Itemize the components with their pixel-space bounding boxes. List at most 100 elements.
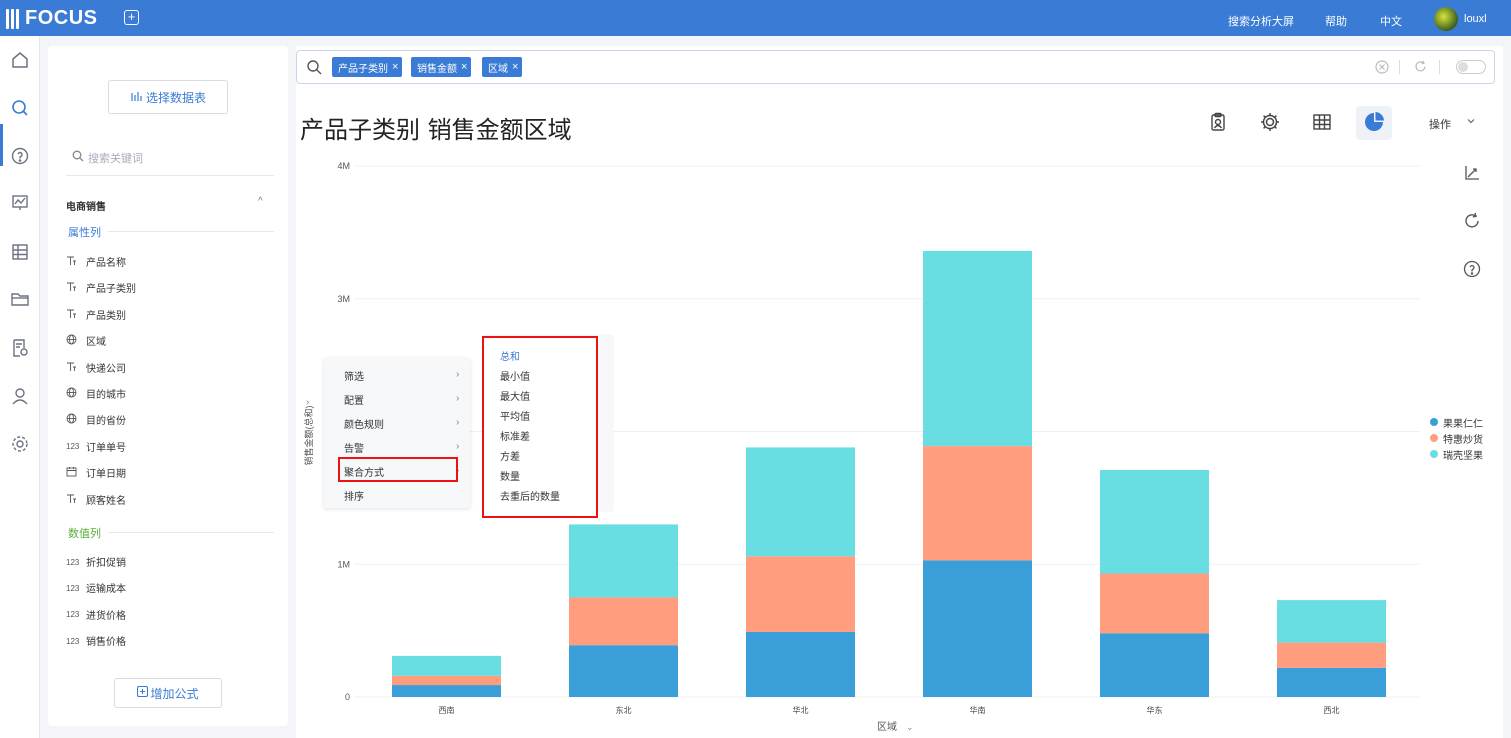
aggregation-option[interactable]: 总和 [500, 348, 520, 363]
value-field[interactable]: 123 销售价格 [66, 633, 126, 649]
chevron-down-icon[interactable] [1466, 116, 1476, 129]
focus-logo[interactable]: FOCUS [6, 7, 98, 30]
help-icon[interactable] [10, 146, 30, 166]
chevron-up-icon[interactable]: ^ [258, 196, 263, 207]
legend-swatch [1430, 434, 1438, 442]
search-icon [306, 59, 322, 78]
legend-swatch [1430, 418, 1438, 426]
clipboard-icon [1208, 112, 1228, 135]
operations-menu[interactable]: 操作 [1429, 116, 1451, 132]
attribute-field[interactable]: 产品名称 [66, 254, 126, 269]
text-type-icon [66, 255, 86, 268]
divider [1399, 60, 1400, 74]
attribute-field[interactable]: 订单日期 [66, 465, 126, 480]
aggregation-option[interactable]: 最大值 [500, 388, 530, 403]
gear-icon[interactable] [10, 434, 30, 454]
attribute-section-title: 属性列 [68, 227, 101, 239]
aggregation-option[interactable]: 标准差 [500, 428, 530, 443]
legend-label: 瑞壳坚果 [1443, 450, 1483, 462]
globe-icon [66, 334, 86, 347]
aggregation-option[interactable]: 方差 [500, 448, 520, 463]
settings-button[interactable] [1252, 106, 1288, 140]
aggregation-option[interactable]: 数量 [500, 468, 520, 483]
aggregation-option[interactable]: 最小值 [500, 368, 530, 383]
chevron-right-icon: › [456, 393, 460, 404]
x-axis-title: 区域 [877, 720, 897, 733]
dashboard-icon[interactable] [10, 193, 30, 213]
attribute-field[interactable]: 产品类别 [66, 307, 126, 322]
keyword-search-input[interactable]: 搜索关键词 [66, 140, 274, 176]
value-field[interactable]: 123 进货价格 [66, 607, 126, 622]
menu-item-alert[interactable]: 告警 [344, 440, 364, 455]
help-link[interactable]: 帮助 [1325, 13, 1347, 29]
aggregation-highlight-box [338, 457, 458, 482]
attribute-field[interactable]: 快递公司 [66, 360, 126, 375]
search-token[interactable]: 产品子类别 × [332, 57, 403, 77]
field-label: 目的城市 [86, 390, 126, 401]
legend-item[interactable]: 特惠炒货 [1430, 430, 1483, 446]
value-field[interactable]: 123 运输成本 [66, 580, 126, 596]
chart-type-button[interactable] [1356, 106, 1392, 140]
attribute-field[interactable]: 产品子类别 [66, 280, 136, 295]
field-label: 订单日期 [86, 469, 126, 481]
attribute-field[interactable]: 目的城市 [66, 386, 126, 401]
user-icon[interactable] [10, 386, 30, 406]
add-formula-button[interactable]: 增加公式 [114, 678, 222, 708]
username[interactable]: louxl [1464, 13, 1487, 25]
mode-toggle[interactable] [1456, 60, 1486, 74]
close-icon[interactable]: × [392, 61, 398, 73]
aggregation-option[interactable]: 去重后的数量 [500, 488, 560, 503]
search-token[interactable]: 销售金额 × [411, 57, 472, 77]
menu-item-config[interactable]: 配置 [344, 392, 364, 407]
attribute-field[interactable]: 123 订单单号 [66, 439, 126, 454]
text-type-icon [66, 361, 86, 374]
folder-icon[interactable] [10, 289, 30, 309]
bar-segment [923, 446, 1032, 561]
table-icon[interactable] [10, 242, 30, 262]
chevron-right-icon: › [456, 369, 460, 380]
avatar[interactable] [1434, 7, 1458, 31]
new-tab-button[interactable]: + [124, 10, 139, 25]
axis-icon[interactable] [1463, 164, 1481, 185]
attribute-field[interactable]: 目的省份 [66, 412, 126, 427]
table-group-title[interactable]: 电商销售 [66, 198, 106, 213]
settings-doc-icon[interactable] [10, 338, 30, 358]
y-tick-label: 0 [345, 692, 350, 702]
select-table-button[interactable]: 选择数据表 [108, 80, 228, 114]
token-label: 销售金额 [417, 63, 457, 75]
chart-legend: 果果仁仁 特惠炒货 瑞壳坚果 [1430, 414, 1483, 462]
legend-item[interactable]: 果果仁仁 [1430, 414, 1483, 430]
legend-item[interactable]: 瑞壳坚果 [1430, 446, 1483, 462]
field-label: 运输成本 [86, 584, 126, 596]
attribute-field[interactable]: 区域 [66, 333, 106, 348]
menu-item-color-rules[interactable]: 颜色规则 [344, 416, 384, 431]
language-link[interactable]: 中文 [1380, 13, 1402, 29]
refresh-icon[interactable] [1414, 60, 1427, 76]
clipboard-button[interactable] [1200, 106, 1236, 140]
refresh-icon[interactable] [1463, 212, 1481, 233]
close-icon[interactable]: × [461, 61, 467, 73]
table-view-button[interactable] [1304, 106, 1340, 140]
pie-chart-icon [1363, 111, 1385, 136]
attribute-field[interactable]: 顾客姓名 [66, 492, 126, 507]
help-icon[interactable] [1463, 260, 1481, 281]
section-divider [108, 231, 274, 232]
big-screen-link[interactable]: 搜索分析大屏 [1228, 13, 1294, 29]
close-icon[interactable]: × [512, 61, 518, 73]
number-icon: 123 [66, 583, 80, 593]
data-panel: 选择数据表 搜索关键词 电商销售 ^ 属性列 产品名称产品子类别产品类别区域快递… [48, 46, 288, 726]
table-icon [1312, 112, 1332, 135]
clear-icon[interactable] [1375, 60, 1389, 77]
aggregation-option[interactable]: 平均值 [500, 408, 530, 423]
home-icon[interactable] [10, 50, 30, 70]
value-field[interactable]: 123 折扣促销 [66, 554, 126, 570]
y-tick-label: 3M [337, 294, 350, 304]
bar-segment [923, 250, 1032, 447]
text-type-icon [66, 281, 86, 294]
search-token[interactable]: 区域 × [482, 57, 523, 77]
field-label: 进货价格 [86, 610, 126, 622]
menu-item-filter[interactable]: 筛选 [344, 368, 364, 383]
search-bar[interactable]: 产品子类别 × 销售金额 × 区域 × [296, 50, 1495, 84]
menu-item-sort[interactable]: 排序 [344, 488, 364, 503]
search-icon[interactable] [10, 98, 30, 118]
